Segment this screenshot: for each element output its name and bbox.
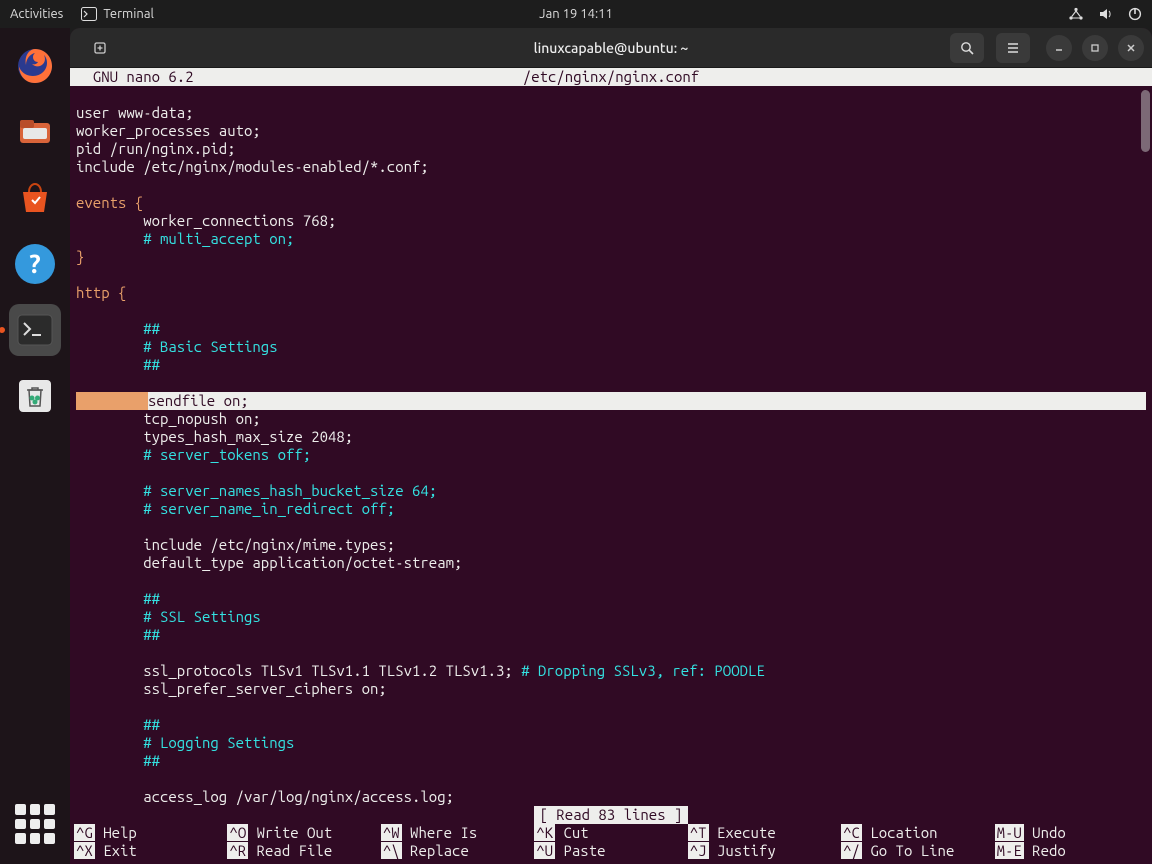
- code-line: # SSL Settings: [76, 608, 261, 625]
- code-line: worker_connections 768;: [76, 212, 336, 229]
- code-line: include /etc/nginx/mime.types;: [76, 536, 395, 553]
- hamburger-menu[interactable]: [996, 33, 1030, 63]
- nano-filename: /etc/nginx/nginx.conf: [523, 68, 699, 86]
- clock[interactable]: Jan 19 14:11: [539, 7, 613, 21]
- terminal-icon: [81, 7, 97, 21]
- code-line: user www-data;: [76, 104, 194, 121]
- nano-header: GNU nano 6.2 /etc/nginx/nginx.conf: [70, 68, 1152, 86]
- dock-terminal[interactable]: [9, 304, 61, 356]
- shortcut-undo: M-U Undo: [995, 824, 1148, 842]
- window-maximize[interactable]: [1082, 35, 1108, 61]
- activities-button[interactable]: Activities: [10, 7, 63, 21]
- window-titlebar[interactable]: linuxcapable@ubuntu: ~: [70, 28, 1152, 68]
- code-line: }: [76, 248, 84, 265]
- nano-shortcuts: ^G Help ^O Write Out ^W Where Is ^K Cut …: [70, 824, 1152, 864]
- code-line: tcp_nopush on;: [76, 410, 261, 427]
- dock-trash[interactable]: [9, 370, 61, 422]
- code-line: include /etc/nginx/modules-enabled/*.con…: [76, 158, 429, 175]
- code-line: # server_tokens off;: [76, 446, 311, 463]
- shortcut-exit: ^X Exit: [74, 842, 227, 860]
- focused-app-menu[interactable]: Terminal: [81, 7, 154, 21]
- shortcut-whereis: ^W Where Is: [381, 824, 534, 842]
- code-line: ##: [76, 356, 160, 373]
- focused-app-label: Terminal: [103, 7, 154, 21]
- code-line: access_log /var/log/nginx/access.log;: [76, 788, 454, 805]
- dock: ?: [0, 28, 70, 864]
- dock-help[interactable]: ?: [9, 238, 61, 290]
- nano-code-area[interactable]: user www-data; worker_processes auto; pi…: [70, 86, 1152, 806]
- nano-editor[interactable]: GNU nano 6.2 /etc/nginx/nginx.conf user …: [70, 68, 1152, 864]
- code-line: ##: [76, 752, 160, 769]
- window-close[interactable]: [1118, 35, 1144, 61]
- search-button[interactable]: [950, 33, 984, 63]
- dock-software[interactable]: [9, 172, 61, 224]
- code-line: ssl_protocols TLSv1 TLSv1.1 TLSv1.2 TLSv…: [76, 662, 765, 679]
- shortcut-readfile: ^R Read File: [227, 842, 380, 860]
- code-line: ##: [76, 716, 160, 733]
- network-icon[interactable]: [1068, 7, 1084, 21]
- terminal-window: linuxcapable@ubuntu: ~ GNU nano 6.2 /etc…: [70, 28, 1152, 864]
- shortcut-justify: ^J Justify: [688, 842, 841, 860]
- code-line: types_hash_max_size 2048;: [76, 428, 353, 445]
- code-line: # multi_accept on;: [76, 230, 294, 247]
- code-line: http {: [76, 284, 126, 301]
- power-icon[interactable]: [1128, 7, 1142, 21]
- nano-status: [ Read 83 lines ]: [70, 806, 1152, 824]
- shortcut-writeout: ^O Write Out: [227, 824, 380, 842]
- shortcut-help: ^G Help: [74, 824, 227, 842]
- shortcut-paste: ^U Paste: [534, 842, 687, 860]
- shortcut-execute: ^T Execute: [688, 824, 841, 842]
- svg-text:?: ?: [29, 249, 40, 278]
- shortcut-cut: ^K Cut: [534, 824, 687, 842]
- code-line: # server_name_in_redirect off;: [76, 500, 395, 517]
- shortcut-replace: ^\ Replace: [381, 842, 534, 860]
- window-title: linuxcapable@ubuntu: ~: [534, 40, 689, 56]
- code-line: # Logging Settings: [76, 734, 294, 751]
- code-line: ##: [76, 590, 160, 607]
- code-line: ##: [76, 320, 160, 337]
- code-line: ssl_prefer_server_ciphers on;: [76, 680, 387, 697]
- window-minimize[interactable]: [1046, 35, 1072, 61]
- dock-files[interactable]: [9, 106, 61, 158]
- code-highlight-line: sendfile on;: [76, 392, 1146, 410]
- volume-icon[interactable]: [1098, 7, 1114, 21]
- gnome-top-panel: Activities Terminal Jan 19 14:11: [0, 0, 1152, 28]
- code-line: events {: [76, 194, 143, 211]
- shortcut-goto: ^/ Go To Line: [841, 842, 994, 860]
- code-line: # server_names_hash_bucket_size 64;: [76, 482, 437, 499]
- code-line: default_type application/octet-stream;: [76, 554, 462, 571]
- shortcut-location: ^C Location: [841, 824, 994, 842]
- code-line: worker_processes auto;: [76, 122, 261, 139]
- nano-version: GNU nano 6.2: [76, 68, 194, 86]
- code-line: # Basic Settings: [76, 338, 278, 355]
- code-line: pid /run/nginx.pid;: [76, 140, 236, 157]
- show-applications[interactable]: [15, 804, 55, 844]
- shortcut-redo: M-E Redo: [995, 842, 1148, 860]
- scrollbar-thumb[interactable]: [1141, 90, 1150, 152]
- code-line: ##: [76, 626, 160, 643]
- new-tab-button[interactable]: [84, 33, 118, 63]
- dock-firefox[interactable]: [9, 40, 61, 92]
